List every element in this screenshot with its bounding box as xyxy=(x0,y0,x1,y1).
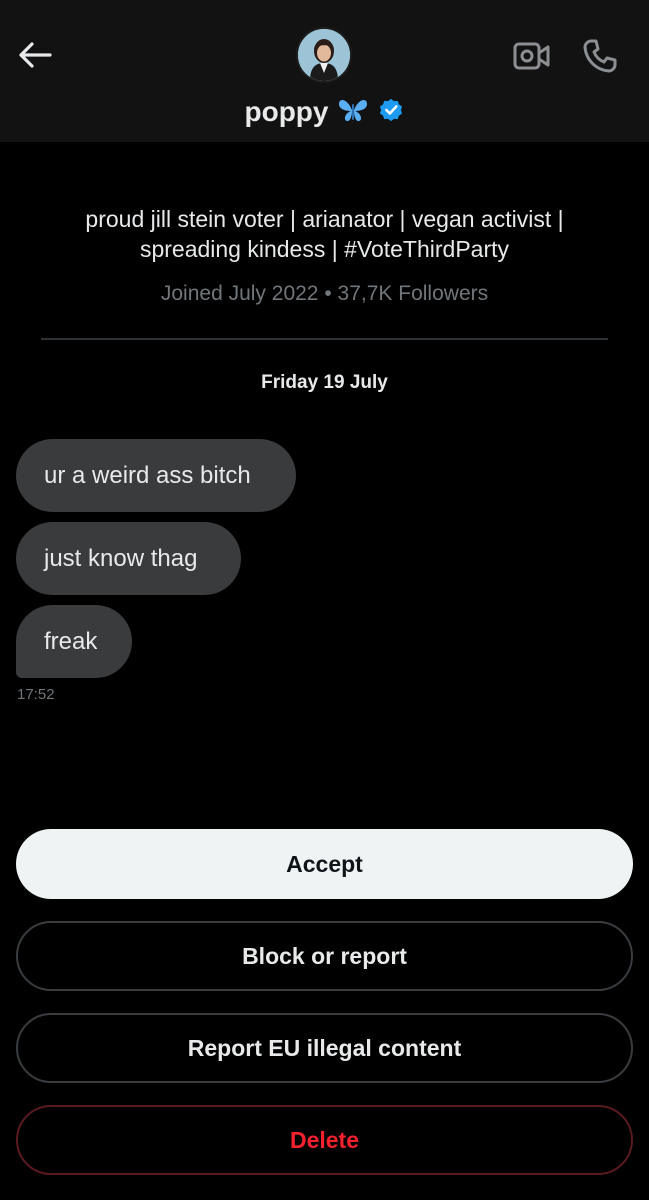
delete-button[interactable]: Delete xyxy=(16,1105,633,1175)
back-button[interactable] xyxy=(14,34,56,76)
followers-count[interactable]: 37,7K Followers xyxy=(338,282,489,305)
divider xyxy=(41,338,608,340)
video-call-button[interactable] xyxy=(510,36,554,76)
bio-line-1: proud jill stein voter | arianator | veg… xyxy=(85,206,564,232)
arrow-left-icon xyxy=(19,42,52,68)
profile-meta: Joined July 2022 • 37,7K Followers xyxy=(0,282,649,306)
message-bubble[interactable]: just know thag xyxy=(16,522,241,595)
meta-separator: • xyxy=(324,282,332,305)
avatar-image xyxy=(298,29,350,81)
conversation-header: poppy xyxy=(0,0,649,142)
butterfly-icon xyxy=(337,96,369,129)
message-timestamp: 17:52 xyxy=(17,686,55,703)
report-eu-illegal-content-button[interactable]: Report EU illegal content xyxy=(16,1013,633,1083)
bio-line-2: spreading kindess | #VoteThirdParty xyxy=(139,236,510,262)
message-bubble[interactable]: freak xyxy=(16,605,132,678)
voice-call-button[interactable] xyxy=(578,34,622,78)
contact-name-row: poppy xyxy=(0,92,649,132)
video-camera-icon xyxy=(513,42,550,70)
contact-name: poppy xyxy=(244,96,329,127)
joined-date: Joined July 2022 xyxy=(160,282,319,305)
block-or-report-button[interactable]: Block or report xyxy=(16,921,633,991)
verified-badge-icon xyxy=(377,96,405,129)
date-separator: Friday 19 July xyxy=(261,372,388,393)
avatar[interactable] xyxy=(296,27,352,83)
phone-icon xyxy=(583,39,617,73)
profile-bio: proud jill stein voter | arianator | veg… xyxy=(40,204,609,264)
accept-button[interactable]: Accept xyxy=(16,829,633,899)
message-bubble[interactable]: ur a weird ass bitch xyxy=(16,439,296,512)
